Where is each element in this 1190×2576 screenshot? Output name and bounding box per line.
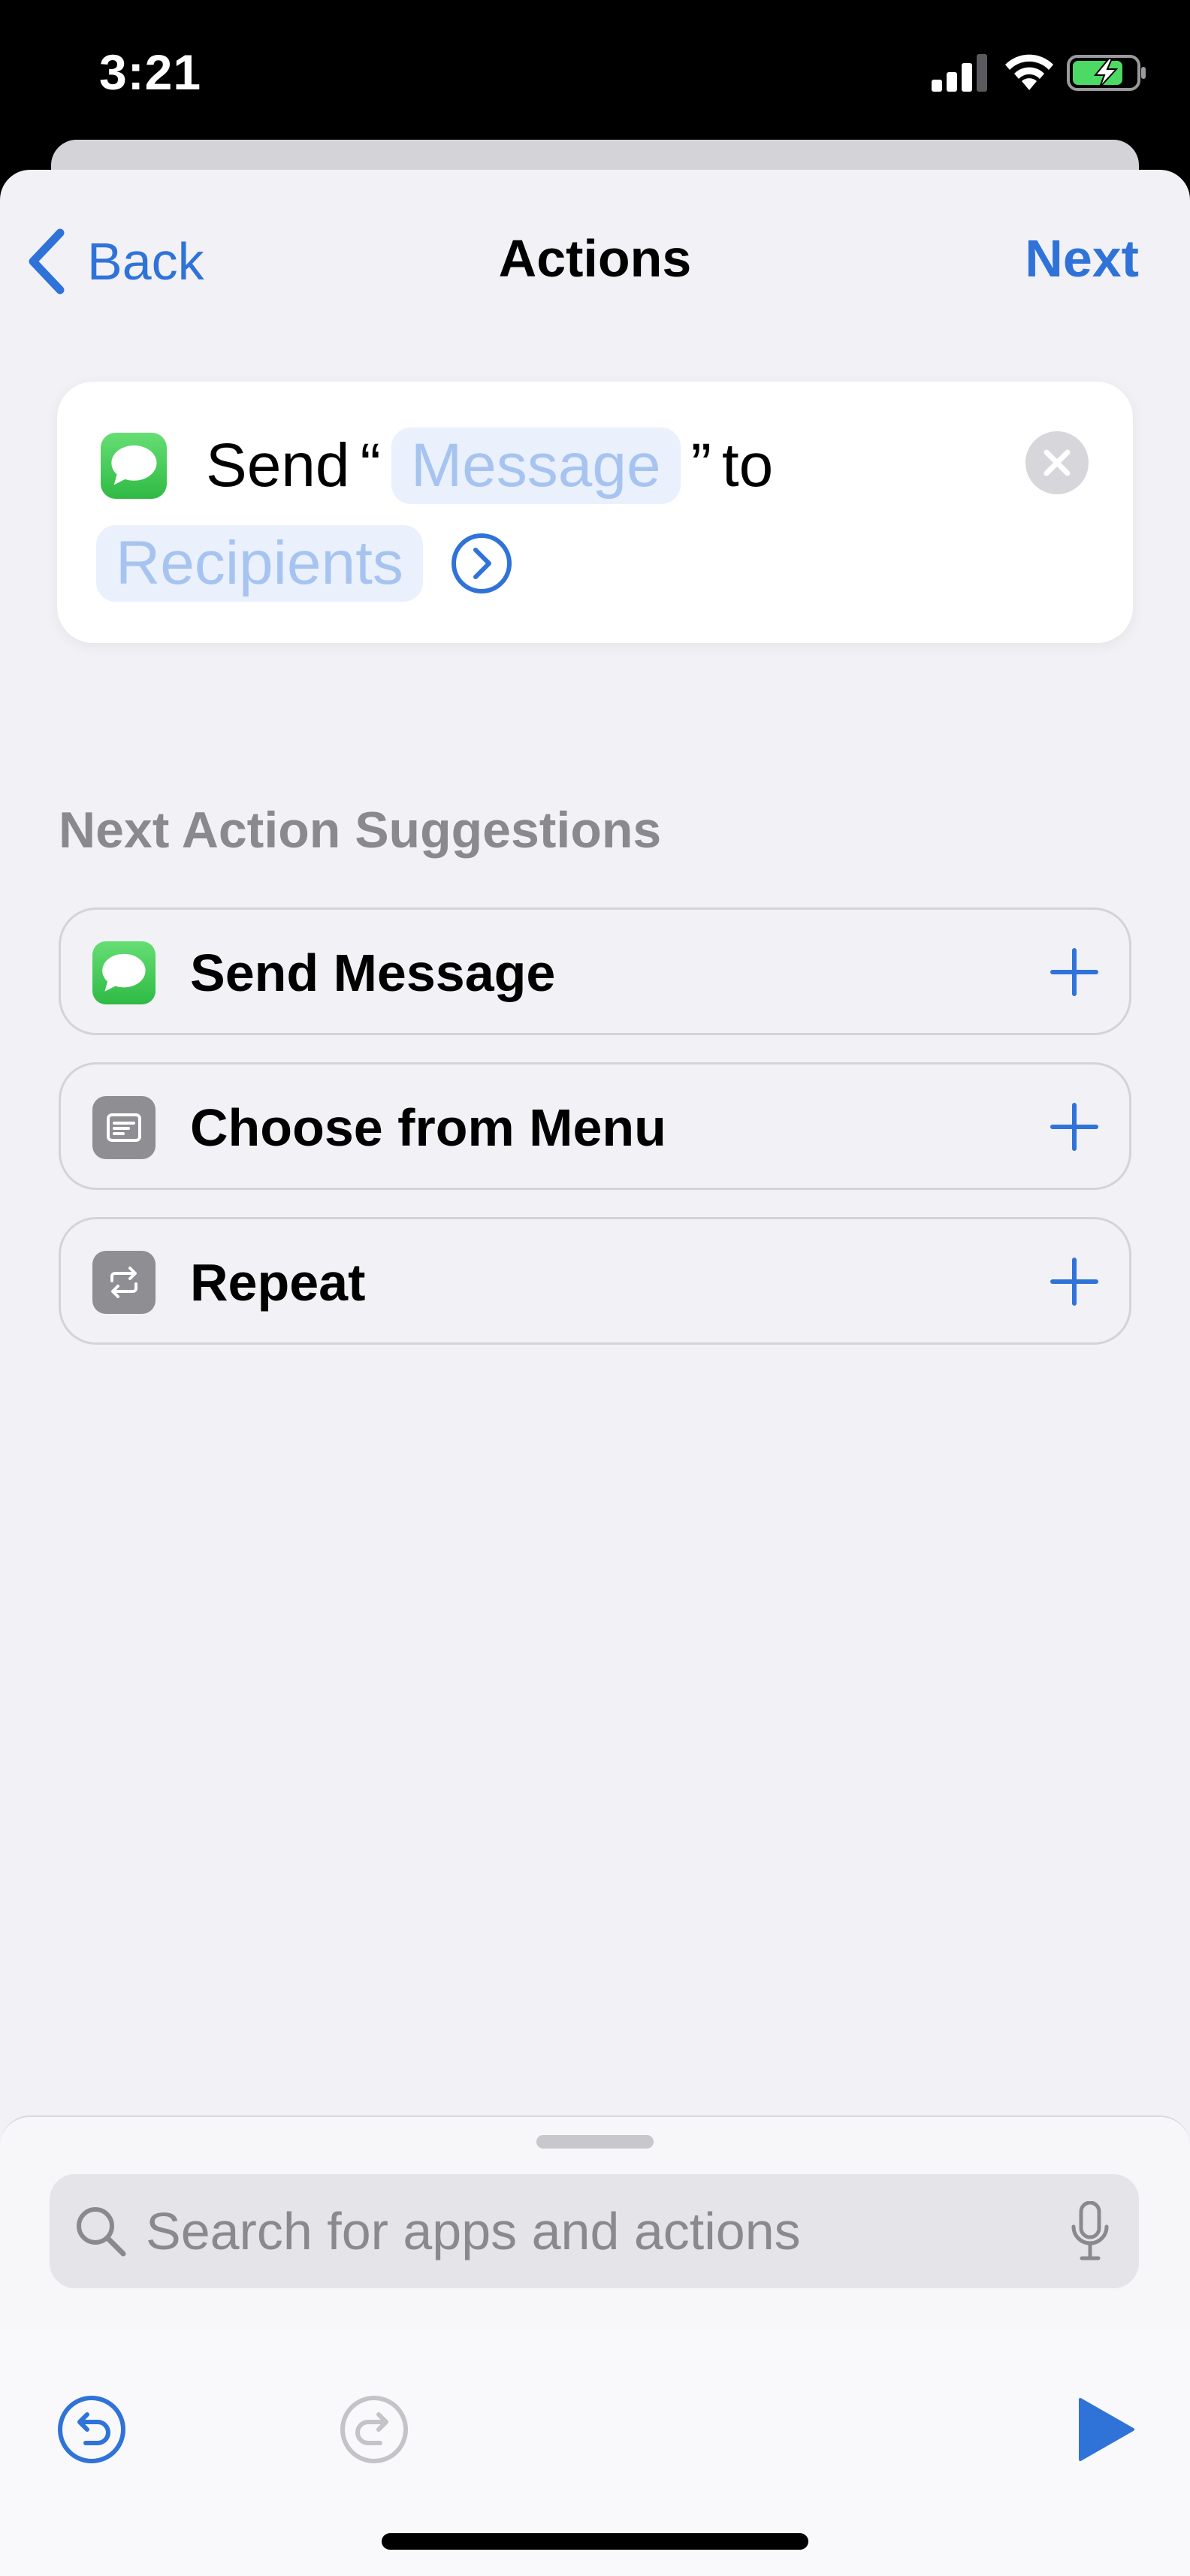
menu-icon: [92, 1096, 156, 1159]
recipients-token[interactable]: Recipients: [96, 525, 423, 602]
expand-chevron-icon[interactable]: [450, 532, 513, 595]
next-button[interactable]: Next: [1025, 228, 1139, 288]
wifi-icon: [1005, 54, 1053, 90]
search-input[interactable]: [146, 2192, 1047, 2270]
redo-icon[interactable]: [338, 2393, 410, 2466]
suggestion-send-message[interactable]: Send Message: [59, 907, 1131, 1035]
repeat-icon: [92, 1251, 156, 1314]
open-quote: “: [360, 431, 381, 500]
page-title: Actions: [498, 229, 692, 288]
action-sentence-line2: Recipients: [96, 520, 513, 607]
add-icon[interactable]: [1050, 1102, 1099, 1152]
close-icon: [1044, 449, 1071, 476]
remove-action-button[interactable]: [1025, 431, 1089, 494]
suggestions-header: Next Action Suggestions: [59, 802, 662, 859]
messages-icon: [101, 433, 167, 499]
play-icon[interactable]: [1076, 2396, 1136, 2463]
action-search-panel: [0, 2115, 1190, 2576]
add-icon[interactable]: [1050, 1257, 1099, 1306]
status-time: 3:21: [99, 44, 202, 100]
home-indicator[interactable]: [382, 2533, 808, 2550]
add-icon[interactable]: [1050, 947, 1099, 997]
undo-icon[interactable]: [56, 2393, 128, 2466]
panel-grabber[interactable]: [536, 2135, 654, 2149]
send-word: Send: [206, 431, 350, 500]
action-sentence-line1: Send “ Message ” to: [206, 421, 773, 511]
search-bar[interactable]: [50, 2174, 1139, 2288]
microphone-icon[interactable]: [1070, 2201, 1110, 2261]
suggestion-label: Send Message: [190, 944, 556, 1002]
messages-icon: [92, 941, 156, 1004]
to-word: to: [721, 431, 774, 500]
cellular-signal-icon: [932, 54, 987, 92]
message-token[interactable]: Message: [391, 427, 681, 504]
suggestion-label: Repeat: [190, 1253, 366, 1312]
close-quote: ”: [690, 431, 711, 500]
send-message-action-card: Send “ Message ” to Recipients: [57, 382, 1133, 643]
search-icon: [77, 2207, 126, 2257]
battery-charging-icon: [1067, 55, 1146, 91]
suggestion-choose-from-menu[interactable]: Choose from Menu: [59, 1062, 1131, 1190]
status-bar: 3:21: [0, 0, 1190, 143]
suggestion-repeat[interactable]: Repeat: [59, 1217, 1131, 1345]
suggestion-label: Choose from Menu: [190, 1098, 666, 1157]
